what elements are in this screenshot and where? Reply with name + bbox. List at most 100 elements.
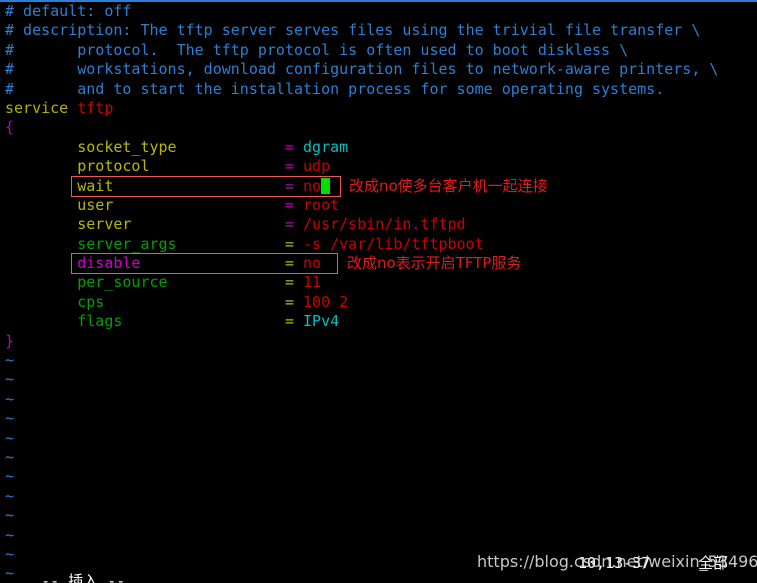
vim-text-buffer[interactable]: # default: off # description: The tftp s… — [0, 2, 757, 582]
empty-line-marker-row: ~ — [0, 351, 757, 370]
comment-text: # protocol. The tftp protocol is often u… — [5, 40, 629, 59]
entry-value[interactable]: IPv4 — [303, 312, 339, 330]
tilde-icon: ~ — [5, 370, 15, 389]
entry-value[interactable]: dgram — [303, 138, 348, 156]
text-cursor — [321, 177, 331, 194]
entry-value[interactable]: 11 — [303, 273, 321, 291]
entry-equals: = — [284, 215, 294, 234]
empty-line-markers: ~ ~ ~ ~ ~ ~ ~ ~ ~ ~ ~ ~ — [0, 351, 757, 583]
entry-equals: = — [284, 157, 294, 176]
entry-key: wait — [77, 176, 114, 195]
service-declaration-line: service tftp — [0, 99, 757, 118]
entry-equals: = — [284, 254, 294, 273]
entry-value[interactable]: no — [303, 254, 321, 272]
comment-text: # workstations, download configuration f… — [5, 60, 719, 79]
comment-line: # default: off — [0, 2, 757, 21]
tilde-icon: ~ — [5, 467, 15, 486]
empty-line-marker-row: ~ — [0, 370, 757, 389]
comment-line: # description: The tftp server serves fi… — [0, 21, 757, 40]
open-brace: { — [5, 118, 15, 137]
config-entry-protocol[interactable]: protocol = udp — [0, 157, 757, 176]
open-brace-line: { — [0, 118, 757, 137]
entry-key: socket_type — [77, 137, 177, 156]
status-mode-indicator: -- 插入 -- — [41, 572, 126, 583]
entry-equals: = — [284, 312, 294, 331]
entry-value[interactable]: 100 2 — [303, 293, 348, 311]
entry-key: server_args — [77, 234, 177, 253]
config-entry-socket_type[interactable]: socket_type = dgram — [0, 138, 757, 157]
empty-line-marker-row: ~ — [0, 429, 757, 448]
config-entry-list: socket_type = dgram protocol = udp wait … — [0, 138, 757, 332]
tilde-icon: ~ — [5, 428, 15, 447]
empty-line-marker-row: ~ — [0, 448, 757, 467]
entry-value[interactable]: no — [303, 177, 321, 195]
entry-value[interactable]: -s /var/lib/tftpboot — [303, 235, 484, 253]
entry-equals: = — [284, 234, 294, 253]
watermark-text: https://blog.csdn.net/weixin_53496398 — [477, 552, 757, 571]
close-brace: } — [5, 331, 15, 350]
config-entry-flags[interactable]: flags = IPv4 — [0, 312, 757, 331]
annotation-wait: 改成no使多台客户机一起连接 — [349, 177, 548, 195]
entry-key: flags — [77, 312, 123, 331]
close-brace-line: } — [0, 332, 757, 351]
tilde-icon: ~ — [5, 447, 15, 466]
tilde-icon: ~ — [5, 525, 15, 544]
tilde-icon: ~ — [5, 486, 15, 505]
entry-value[interactable]: udp — [303, 157, 330, 175]
empty-line-marker-row: ~ — [0, 506, 757, 525]
comment-text: # default: off — [5, 2, 132, 20]
entry-equals: = — [284, 195, 294, 214]
config-entry-user[interactable]: user = root — [0, 196, 757, 215]
entry-equals: = — [284, 176, 294, 195]
service-keyword: service — [5, 98, 69, 117]
terminal-screen: # default: off # description: The tftp s… — [0, 0, 757, 583]
config-entry-cps[interactable]: cps = 100 2 — [0, 293, 757, 312]
entry-equals: = — [284, 273, 294, 292]
entry-key: per_source — [77, 273, 168, 292]
entry-key: disable — [77, 254, 141, 273]
entry-value[interactable]: /usr/sbin/in.tftpd — [303, 215, 466, 233]
entry-equals: = — [284, 137, 294, 156]
empty-line-marker-row: ~ — [0, 390, 757, 409]
entry-value[interactable]: root — [303, 196, 339, 214]
config-entry-per_source[interactable]: per_source = 11 — [0, 273, 757, 292]
tilde-icon: ~ — [5, 389, 15, 408]
comment-line: # and to start the installation process … — [0, 80, 757, 99]
comment-text: # and to start the installation process … — [5, 79, 665, 98]
entry-key: server — [77, 215, 132, 234]
config-entry-server_args[interactable]: server_args = -s /var/lib/tftpboot — [0, 235, 757, 254]
entry-key: cps — [77, 292, 105, 311]
empty-line-marker-row: ~ — [0, 467, 757, 486]
tilde-icon: ~ — [5, 351, 15, 370]
entry-key: user — [77, 195, 114, 214]
service-name: tftp — [77, 98, 114, 117]
empty-line-marker-row: ~ — [0, 526, 757, 545]
entry-key: protocol — [77, 157, 150, 176]
config-entry-server[interactable]: server = /usr/sbin/in.tftpd — [0, 215, 757, 234]
